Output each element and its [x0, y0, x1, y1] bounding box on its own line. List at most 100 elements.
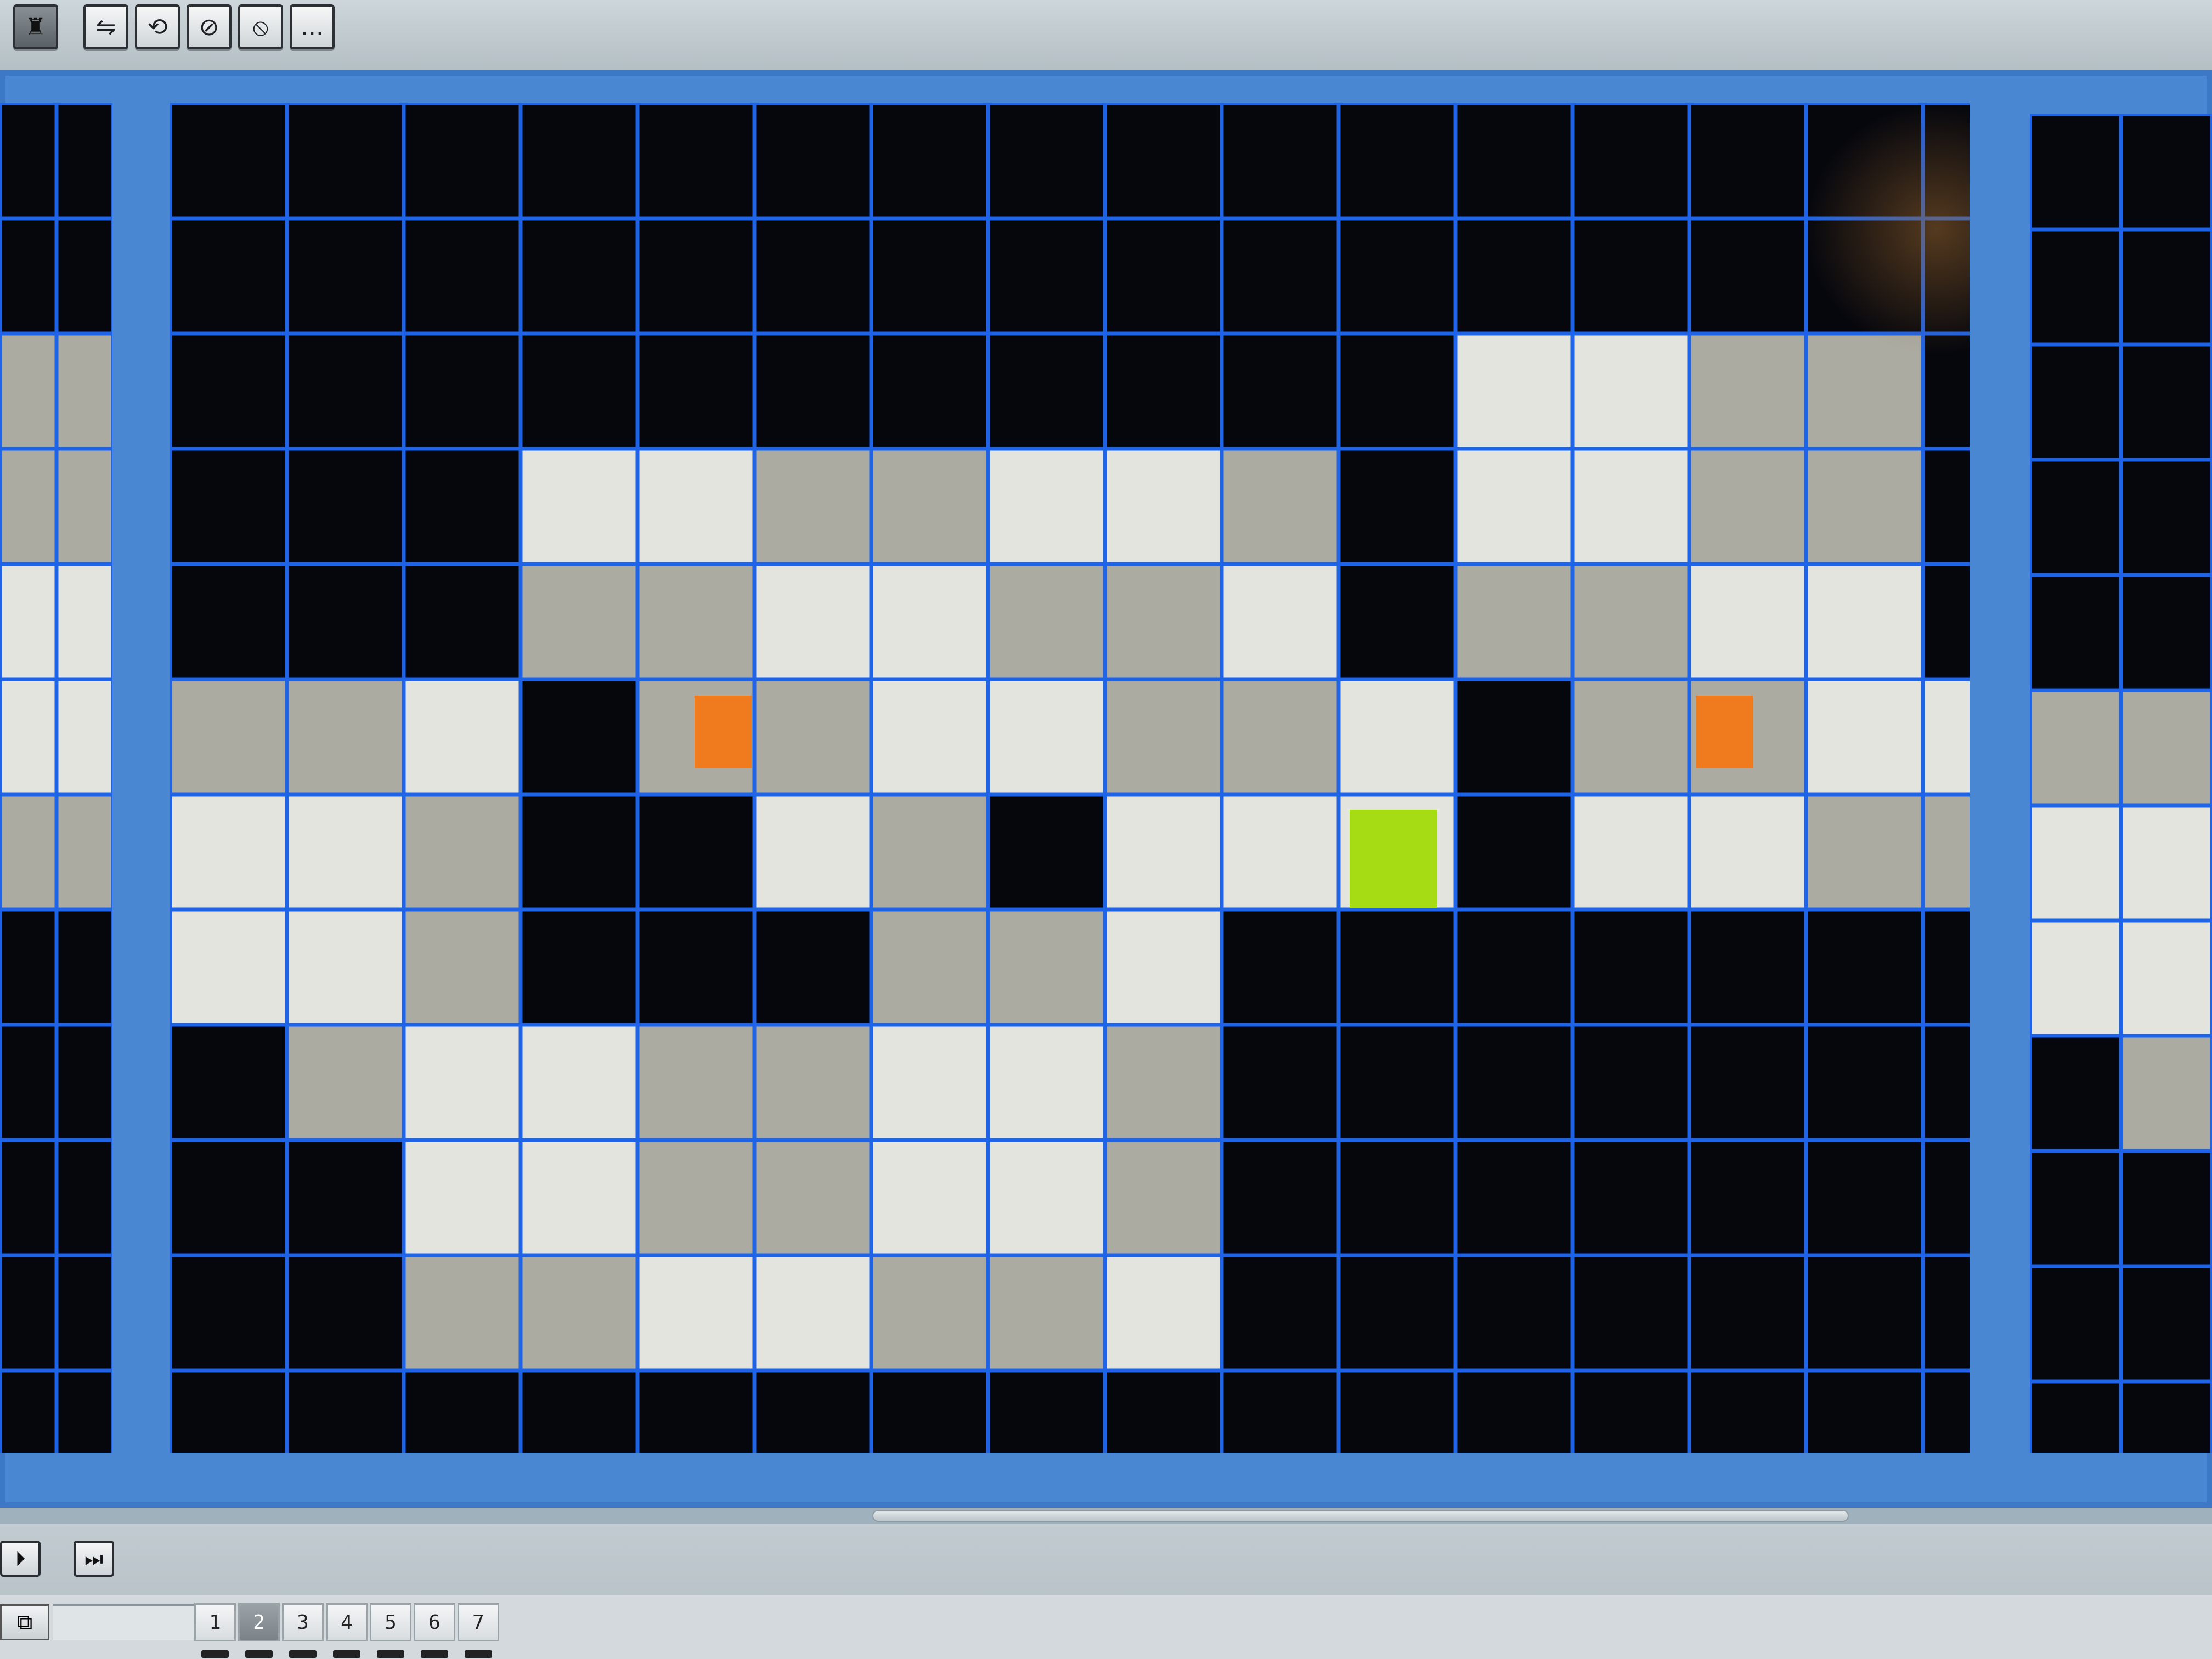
map-tile[interactable]: [871, 334, 988, 449]
map-tile[interactable]: [0, 449, 57, 564]
map-tile[interactable]: [404, 1140, 521, 1255]
map-tile[interactable]: [1105, 218, 1222, 334]
map-tile[interactable]: [1105, 103, 1222, 218]
map-tile[interactable]: [2030, 460, 2121, 575]
map-tile[interactable]: [57, 334, 112, 449]
map-tile[interactable]: [1105, 1370, 1222, 1453]
map-tile[interactable]: [2121, 805, 2212, 921]
map-tile[interactable]: [0, 1140, 57, 1255]
map-tile[interactable]: [521, 794, 637, 910]
map-tile[interactable]: [1222, 910, 1339, 1025]
map-tile[interactable]: [871, 103, 988, 218]
map-tile[interactable]: [2121, 1036, 2212, 1151]
map-tile[interactable]: [170, 334, 287, 449]
more-button[interactable]: ...: [290, 4, 335, 49]
layer-tab-7[interactable]: 7: [458, 1603, 499, 1641]
map-tile[interactable]: [1455, 218, 1572, 334]
map-tile[interactable]: [1689, 334, 1806, 449]
map-tile[interactable]: [2121, 1381, 2212, 1453]
left-tile-grid[interactable]: [0, 103, 112, 1453]
map-tile[interactable]: [2030, 1036, 2121, 1151]
map-tile[interactable]: [1689, 449, 1806, 564]
right-map-panel[interactable]: [2030, 114, 2212, 1453]
map-tile[interactable]: [754, 1140, 871, 1255]
scrollbar-thumb[interactable]: [872, 1510, 1849, 1522]
map-tile[interactable]: [988, 1255, 1105, 1370]
map-tile[interactable]: [1689, 218, 1806, 334]
map-tile[interactable]: [1923, 334, 1970, 449]
map-tile[interactable]: [521, 1025, 637, 1140]
map-tile[interactable]: [404, 1255, 521, 1370]
map-tile[interactable]: [988, 218, 1105, 334]
map-tile[interactable]: [170, 910, 287, 1025]
orange-sprite-2[interactable]: [1696, 696, 1753, 768]
map-tile[interactable]: [637, 1370, 754, 1453]
map-tile[interactable]: [1689, 1255, 1806, 1370]
map-tile[interactable]: [2030, 575, 2121, 690]
map-tile[interactable]: [1105, 1255, 1222, 1370]
map-tile[interactable]: [637, 910, 754, 1025]
map-tile[interactable]: [404, 103, 521, 218]
map-tile[interactable]: [0, 103, 57, 218]
map-tile[interactable]: [2030, 921, 2121, 1036]
map-tile[interactable]: [1222, 1370, 1339, 1453]
map-tile[interactable]: [871, 564, 988, 679]
map-tile[interactable]: [1572, 794, 1689, 910]
map-tile[interactable]: [521, 103, 637, 218]
main-map-panel[interactable]: [170, 103, 1970, 1453]
map-tile[interactable]: [871, 1370, 988, 1453]
map-tile[interactable]: [170, 1255, 287, 1370]
map-tile[interactable]: [1923, 1255, 1970, 1370]
map-tile[interactable]: [871, 1025, 988, 1140]
map-tile[interactable]: [170, 679, 287, 794]
map-tile[interactable]: [1572, 910, 1689, 1025]
map-tile[interactable]: [637, 218, 754, 334]
map-tile[interactable]: [0, 679, 57, 794]
map-tile[interactable]: [637, 449, 754, 564]
map-tile[interactable]: [404, 1025, 521, 1140]
map-tile[interactable]: [1455, 794, 1572, 910]
map-tile[interactable]: [1923, 910, 1970, 1025]
map-tile[interactable]: [170, 1140, 287, 1255]
tile-map-canvas[interactable]: [0, 70, 2212, 1508]
map-tile[interactable]: [1339, 103, 1455, 218]
map-tile[interactable]: [1923, 1140, 1970, 1255]
map-tile[interactable]: [1923, 218, 1970, 334]
map-tile[interactable]: [0, 910, 57, 1025]
map-tile[interactable]: [404, 910, 521, 1025]
map-tile[interactable]: [170, 103, 287, 218]
map-tile[interactable]: [1339, 910, 1455, 1025]
map-tile[interactable]: [1105, 1025, 1222, 1140]
map-tile[interactable]: [287, 103, 404, 218]
map-tile[interactable]: [754, 679, 871, 794]
map-tile[interactable]: [1689, 1025, 1806, 1140]
map-tile[interactable]: [57, 1255, 112, 1370]
map-tile[interactable]: [2121, 1151, 2212, 1266]
map-tile[interactable]: [1105, 794, 1222, 910]
map-tile[interactable]: [57, 910, 112, 1025]
map-tile[interactable]: [1572, 1255, 1689, 1370]
stamp-tool-button[interactable]: ♜: [13, 4, 58, 49]
map-tile[interactable]: [1806, 334, 1923, 449]
map-tile[interactable]: [2121, 345, 2212, 460]
map-tile[interactable]: [1923, 1025, 1970, 1140]
no-flip-button[interactable]: ⦸: [238, 4, 283, 49]
map-tile[interactable]: [1806, 103, 1923, 218]
no-rotate-button[interactable]: ⊘: [187, 4, 232, 49]
map-tile[interactable]: [404, 679, 521, 794]
map-tile[interactable]: [0, 1025, 57, 1140]
map-tile[interactable]: [287, 564, 404, 679]
map-tile[interactable]: [521, 1140, 637, 1255]
map-tile[interactable]: [1222, 564, 1339, 679]
map-tile[interactable]: [57, 103, 112, 218]
map-tile[interactable]: [2121, 1266, 2212, 1381]
map-tile[interactable]: [754, 1025, 871, 1140]
map-tile[interactable]: [754, 910, 871, 1025]
map-tile[interactable]: [521, 679, 637, 794]
map-tile[interactable]: [871, 218, 988, 334]
map-tile[interactable]: [1222, 679, 1339, 794]
map-tile[interactable]: [988, 449, 1105, 564]
map-tile[interactable]: [287, 1370, 404, 1453]
layer-tab-1[interactable]: 1: [194, 1603, 236, 1641]
map-tile[interactable]: [988, 1140, 1105, 1255]
